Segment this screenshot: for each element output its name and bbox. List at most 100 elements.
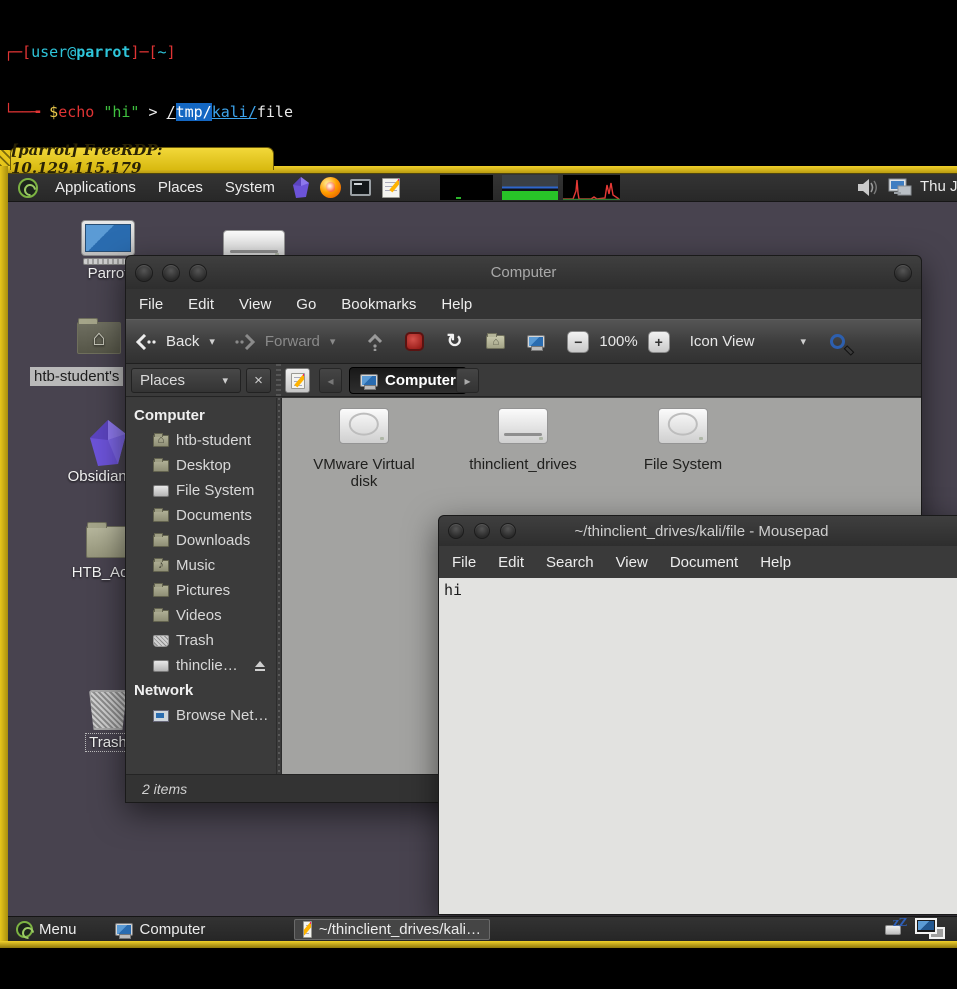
sidebar-item-browse-network[interactable]: Browse Net… (126, 703, 276, 728)
home-button-icon[interactable]: ⌂ (486, 332, 506, 349)
firefox-launcher[interactable] (319, 176, 343, 200)
back-button[interactable]: Back (166, 333, 199, 350)
taskbar-item-mousepad[interactable]: ~/thinclient_drives/kali… (294, 918, 490, 940)
back-arrow-icon[interactable] (136, 333, 156, 350)
sidebar-item-pictures[interactable]: Pictures (126, 578, 276, 603)
music-folder-icon: ♪ (153, 557, 169, 572)
view-mode-dropdown-icon[interactable]: ▾ (801, 335, 807, 348)
terminal-launcher[interactable] (349, 176, 373, 200)
menu-file[interactable]: File (139, 296, 163, 313)
back-dropdown-icon[interactable]: ▾ (209, 335, 215, 348)
caja-sidebar: Computer ⌂ htb-student Desktop File Syste… (126, 398, 276, 774)
sidebar-mode-select[interactable]: Places ▾ (131, 368, 241, 393)
menu-help[interactable]: Help (441, 296, 472, 313)
search-icon[interactable] (830, 334, 846, 349)
close-button[interactable] (894, 263, 912, 282)
sidebar-item-file-system[interactable]: File System (126, 478, 276, 503)
mousepad-titlebar[interactable]: ~/thinclient_drives/kali/file - Mousepad (439, 516, 957, 546)
menu-document[interactable]: Document (670, 554, 738, 571)
edit-icon (290, 372, 305, 389)
zoom-in-button[interactable]: + (647, 330, 670, 353)
mousepad-text-area[interactable]: hi (439, 578, 957, 914)
removable-drive-icon (498, 408, 548, 444)
menu-file[interactable]: File (452, 554, 476, 571)
folder-icon (86, 522, 130, 558)
sidebar-item-documents[interactable]: Documents (126, 503, 276, 528)
cpu-graph[interactable] (440, 175, 493, 200)
sidebar-item-thinclient[interactable]: thinclie… (126, 653, 276, 678)
memory-graph[interactable] (502, 175, 558, 200)
display-settings-icon[interactable] (888, 177, 914, 198)
refresh-icon[interactable]: ↻ (446, 330, 462, 353)
sidebar-item-downloads[interactable]: Downloads (126, 528, 276, 553)
network-graph[interactable] (563, 175, 620, 200)
menu-applications[interactable]: Applications (44, 174, 147, 201)
bottom-black-area (0, 948, 957, 989)
view-mode-select[interactable]: Icon View (690, 333, 755, 350)
sidebar-item-videos[interactable]: Videos (126, 603, 276, 628)
sidebar-item-trash[interactable]: Trash (126, 628, 276, 653)
pictures-folder-icon (153, 582, 169, 597)
applications-menu-icon[interactable] (8, 174, 44, 201)
forward-dropdown-icon[interactable]: ▾ (330, 335, 336, 348)
edit-location-button[interactable] (285, 368, 310, 393)
hard-disk-icon (339, 408, 389, 444)
arrow-right-icon: ▸ (464, 373, 471, 388)
chevron-down-icon: ▾ (222, 375, 228, 387)
menu-go[interactable]: Go (296, 296, 316, 313)
notepad-icon (381, 177, 400, 198)
zoom-out-button[interactable]: − (567, 330, 590, 353)
eject-icon[interactable] (254, 660, 266, 671)
rdp-border-left (0, 166, 8, 947)
rdp-viewport: Applications Places System Thu J Parrot … (8, 174, 957, 941)
stop-button-icon[interactable] (405, 332, 425, 351)
home-folder-icon: ⌂ (77, 318, 121, 354)
pane-separator[interactable] (276, 364, 281, 396)
drive-icon (153, 659, 169, 672)
menu-system[interactable]: System (214, 174, 286, 201)
sidebar-close-button[interactable]: × (246, 368, 271, 393)
network-icon (153, 709, 169, 722)
desktop-icon-home[interactable]: ⌂ (68, 318, 130, 354)
menu-view[interactable]: View (239, 296, 271, 313)
text-editor-launcher[interactable] (379, 176, 403, 200)
path-button-computer[interactable]: Computer (349, 367, 467, 394)
trash-icon (89, 690, 127, 730)
menu-label[interactable]: Menu (39, 921, 77, 938)
terminal-line: ┌─[user@parrot]─[~] (4, 43, 176, 61)
path-scroll-left-button[interactable]: ◂ (319, 368, 342, 393)
mousepad-window: ~/thinclient_drives/kali/file - Mousepad… (438, 515, 957, 915)
sidebar-item-music[interactable]: ♪ Music (126, 553, 276, 578)
workspace-switcher[interactable] (915, 918, 945, 939)
menu-edit[interactable]: Edit (498, 554, 524, 571)
obsidian-launcher[interactable] (289, 176, 313, 200)
computer-icon (360, 374, 378, 390)
sidebar-item-desktop[interactable]: Desktop (126, 453, 276, 478)
taskbar-item-computer[interactable]: Computer (107, 919, 214, 940)
menu-search[interactable]: Search (546, 554, 594, 571)
up-arrow-icon[interactable] (367, 333, 383, 351)
forward-arrow-icon[interactable] (235, 333, 255, 350)
menu-view[interactable]: View (616, 554, 648, 571)
sidebar-item-htb-student[interactable]: ⌂ htb-student (126, 428, 276, 453)
zoom-level: 100% (599, 333, 638, 350)
path-scroll-right-button[interactable]: ▸ (456, 368, 479, 393)
hard-disk-icon (658, 408, 708, 444)
menu-button[interactable] (8, 917, 39, 941)
volume-icon[interactable] (856, 177, 880, 198)
menu-edit[interactable]: Edit (188, 296, 214, 313)
file-item-file-system[interactable]: File System (617, 408, 749, 473)
caja-location-bar: Places ▾ × ◂ Computer ▸ (126, 364, 921, 397)
file-item-thinclient-drives[interactable]: thinclient_drives (457, 408, 589, 473)
rdp-window-title[interactable]: [parrot] FreeRDP: 10.129.115.179 (10, 141, 274, 177)
file-item-vmware-disk[interactable]: VMware Virtual disk (298, 408, 430, 490)
menu-places[interactable]: Places (147, 174, 214, 201)
computer-button-icon[interactable] (527, 335, 546, 351)
clock[interactable]: Thu J (920, 178, 957, 195)
caja-titlebar[interactable]: Computer (126, 256, 921, 289)
forward-button[interactable]: Forward (265, 333, 320, 350)
menu-help[interactable]: Help (760, 554, 791, 571)
window-title: Computer (490, 264, 557, 281)
disk-mounter-icon[interactable]: zZ (885, 916, 907, 935)
menu-bookmarks[interactable]: Bookmarks (341, 296, 416, 313)
